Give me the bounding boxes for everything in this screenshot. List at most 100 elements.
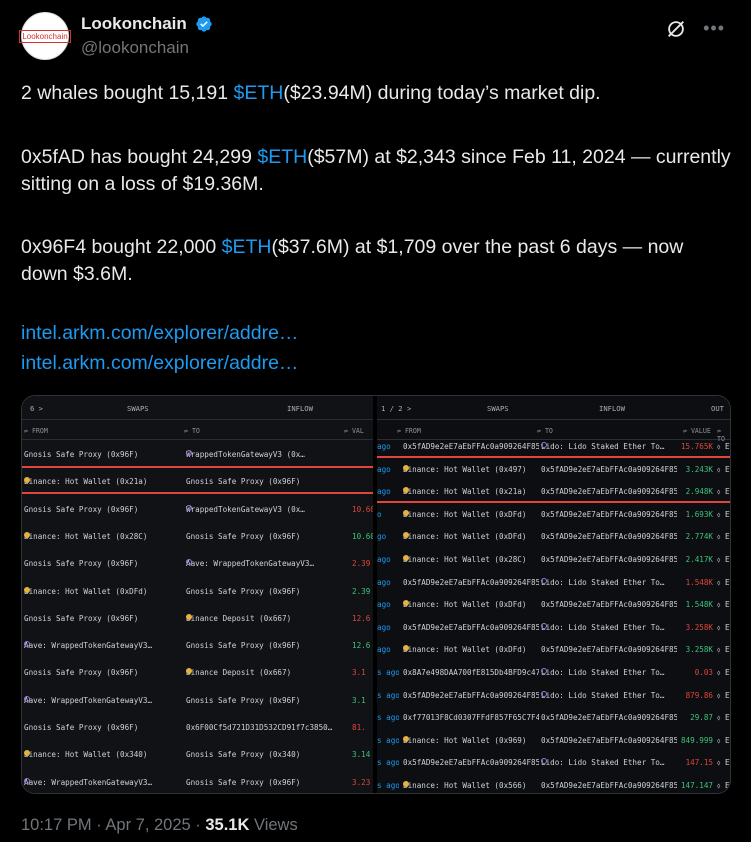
from-cell[interactable]: 0x5fAD9e2eE7aEbFFAc0a909264F85… (403, 442, 539, 451)
table-row[interactable]: Binance: Hot Wallet (0xDFd) Gnosis Safe P… (22, 586, 373, 599)
table-row[interactable]: Binance: Hot Wallet (0x21a) Gnosis Safe P… (22, 477, 373, 489)
table-row[interactable]: Gnosis Safe Proxy (0x96F) Binance Deposit… (22, 668, 373, 680)
from-cell[interactable]: Aave: WrappedTokenGatewayV3… (24, 777, 182, 787)
table-row[interactable]: Gnosis Safe Proxy (0x96F) WrappedTokenGat… (22, 504, 373, 517)
handle[interactable]: @lookonchain (81, 38, 213, 58)
from-cell[interactable]: Binance: Hot Wallet (0xDFd) (403, 600, 539, 609)
time-cell[interactable]: ago (377, 578, 399, 587)
cashtag-link[interactable]: $ETH (257, 146, 307, 168)
to-cell[interactable]: Binance Deposit (0x667) (186, 668, 338, 677)
to-cell[interactable]: Gnosis Safe Proxy (0x96F) (186, 641, 338, 650)
tab-outflow[interactable]: OUT (711, 404, 724, 413)
to-cell[interactable]: 0x5fAD9e2eE7aEbFFAc0a909264F85… (541, 645, 677, 654)
to-cell[interactable]: 0x5fAD9e2eE7aEbFFAc0a909264F85… (541, 713, 677, 722)
table-row[interactable]: Gnosis Safe Proxy (0x96F) Binance Deposit… (22, 613, 373, 626)
to-cell[interactable]: 0x6F00Cf5d721D31D532CD91f7c3850… (186, 723, 338, 732)
from-cell[interactable]: Binance: Hot Wallet (0x28C) (24, 531, 182, 541)
to-cell[interactable]: Gnosis Safe Proxy (0x96F) (186, 696, 338, 705)
from-cell[interactable]: Gnosis Safe Proxy (0x96F) (24, 450, 182, 459)
time-cell[interactable]: s ago (377, 668, 399, 677)
table-row[interactable]: go Binance: Hot Wallet (0xDFd) 0x5fAD9e2eE… (377, 532, 730, 544)
to-cell[interactable]: 0x5fAD9e2eE7aEbFFAc0a909264F85… (541, 532, 677, 541)
table-row[interactable]: Gnosis Safe Proxy (0x96F) 0x6F00Cf5d721D3… (22, 723, 373, 735)
cashtag-link[interactable]: $ETH (222, 236, 272, 258)
to-cell[interactable]: Lido: Lido Staked Ether To… (541, 758, 677, 767)
to-cell[interactable]: WrappedTokenGatewayV3 (0x… (186, 450, 338, 459)
table-row[interactable]: s ago 0x5fAD9e2eE7aEbFFAc0a909264F85… Lido… (377, 690, 730, 703)
from-cell[interactable]: Binance: Hot Wallet (0x28C) (403, 555, 539, 564)
from-cell[interactable]: Binance: Hot Wallet (0x21a) (403, 487, 539, 496)
from-cell[interactable]: 0x5fAD9e2eE7aEbFFAc0a909264F85… (403, 691, 539, 700)
to-cell[interactable]: Lido: Lido Staked Ether To… (541, 690, 677, 700)
table-row[interactable]: s ago Binance: Hot Wallet (0x566) 0x5fAD9e… (377, 781, 730, 793)
table-row[interactable]: Aave: WrappedTokenGatewayV3… Gnosis Safe … (22, 695, 373, 708)
table-row[interactable]: Aave: WrappedTokenGatewayV3… Gnosis Safe … (22, 777, 373, 790)
from-cell[interactable]: Gnosis Safe Proxy (0x96F) (24, 505, 182, 514)
display-name[interactable]: Lookonchain (81, 14, 187, 34)
table-row[interactable]: s ago Binance: Hot Wallet (0x969) 0x5fAD9e… (377, 735, 730, 748)
from-cell[interactable]: 0x8A7e498DAA700fE815Db4BFD9c47… (403, 668, 539, 677)
tab-swaps[interactable]: SWAPS (127, 404, 149, 413)
from-cell[interactable]: Gnosis Safe Proxy (0x96F) (24, 559, 182, 568)
to-cell[interactable]: Gnosis Safe Proxy (0x340) (186, 750, 338, 759)
to-cell[interactable]: Lido: Lido Staked Ether To… (541, 668, 677, 677)
from-cell[interactable]: 0xf77013F8Cd0307FFdF857F65C7F4… (403, 713, 539, 722)
time-cell[interactable]: go (377, 532, 399, 541)
time-cell[interactable]: ago (377, 487, 399, 496)
time-cell[interactable]: s ago (377, 736, 399, 745)
time-cell[interactable]: ago (377, 555, 399, 564)
cashtag-link[interactable]: $ETH (234, 82, 284, 104)
table-row[interactable]: ago 0x5fAD9e2eE7aEbFFAc0a909264F85… Lido: … (377, 622, 730, 635)
from-cell[interactable]: Gnosis Safe Proxy (0x96F) (24, 614, 182, 623)
time-cell[interactable]: ago (377, 600, 399, 609)
from-cell[interactable]: Binance: Hot Wallet (0x566) (403, 781, 539, 790)
arkham-link-2[interactable]: intel.arkm.com/explorer/addre… (21, 350, 298, 377)
table-row[interactable]: ago 0x5fAD9e2eE7aEbFFAc0a909264F85… Lido: … (377, 577, 730, 590)
to-cell[interactable]: 0x5fAD9e2eE7aEbFFAc0a909264F85… (541, 487, 677, 496)
table-row[interactable]: Gnosis Safe Proxy (0x96F) Aave: WrappedTo… (22, 559, 373, 571)
time-cell[interactable]: s ago (377, 781, 399, 790)
to-cell[interactable]: 0x5fAD9e2eE7aEbFFAc0a909264F85… (541, 510, 677, 519)
pagination-label[interactable]: 6 > (30, 404, 43, 413)
to-cell[interactable]: 0x5fAD9e2eE7aEbFFAc0a909264F85… (541, 600, 677, 609)
to-cell[interactable]: Aave: WrappedTokenGatewayV3… (186, 559, 338, 568)
table-row[interactable]: Gnosis Safe Proxy (0x96F) WrappedTokenGat… (22, 450, 373, 462)
time-cell[interactable]: ago (377, 442, 399, 451)
to-cell[interactable]: Lido: Lido Staked Ether To… (541, 442, 677, 451)
to-cell[interactable]: Binance Deposit (0x667) (186, 613, 338, 623)
from-cell[interactable]: Binance: Hot Wallet (0x21a) (24, 477, 182, 486)
from-cell[interactable]: Binance: Hot Wallet (0x340) (24, 750, 182, 759)
pagination-label[interactable]: 1 / 2 > (381, 404, 411, 413)
to-cell[interactable]: Gnosis Safe Proxy (0x96F) (186, 587, 338, 596)
table-row[interactable]: Binance: Hot Wallet (0x340) Gnosis Safe P… (22, 750, 373, 762)
time-cell[interactable]: s ago (377, 713, 399, 722)
from-cell[interactable]: 0x5fAD9e2eE7aEbFFAc0a909264F85… (403, 578, 539, 587)
avatar[interactable]: Lookonchain (19, 12, 71, 60)
tweet-date[interactable]: Apr 7, 2025 (105, 816, 190, 834)
arkham-link-1[interactable]: intel.arkm.com/explorer/addre… (21, 320, 298, 347)
tweet-time[interactable]: 10:17 PM (21, 816, 92, 834)
to-cell[interactable]: 0x5fAD9e2eE7aEbFFAc0a909264F85… (541, 465, 677, 474)
table-row[interactable]: s ago 0xf77013F8Cd0307FFdF857F65C7F4… 0x5f… (377, 713, 730, 725)
table-row[interactable]: ago Binance: Hot Wallet (0x21a) 0x5fAD9e2e… (377, 487, 730, 499)
time-cell[interactable]: ago (377, 465, 399, 474)
grok-icon[interactable] (665, 18, 687, 40)
from-cell[interactable]: Binance: Hot Wallet (0xDFd) (403, 645, 539, 654)
from-cell[interactable]: Aave: WrappedTokenGatewayV3… (24, 641, 182, 650)
from-cell[interactable]: Aave: WrappedTokenGatewayV3… (24, 695, 182, 705)
table-row[interactable]: s ago 0x5fAD9e2eE7aEbFFAc0a909264F85… Lido… (377, 758, 730, 770)
time-cell[interactable]: o (377, 510, 399, 519)
media-image[interactable]: 6 > SWAPS INFLOW ⇌ FROM ⇌ TO ⇌ VAL Gnosi… (21, 395, 731, 794)
table-row[interactable]: ago Binance: Hot Wallet (0xDFd) 0x5fAD9e2e… (377, 645, 730, 657)
to-cell[interactable]: Lido: Lido Staked Ether To… (541, 577, 677, 587)
tab-inflow[interactable]: INFLOW (599, 404, 625, 413)
from-cell[interactable]: 0x5fAD9e2eE7aEbFFAc0a909264F85… (403, 758, 539, 767)
table-row[interactable]: o Binance: Hot Wallet (0xDFd) 0x5fAD9e2eE7… (377, 509, 730, 522)
from-cell[interactable]: 0x5fAD9e2eE7aEbFFAc0a909264F85… (403, 623, 539, 632)
time-cell[interactable]: s ago (377, 691, 399, 700)
table-row[interactable]: ago Binance: Hot Wallet (0xDFd) 0x5fAD9e2e… (377, 600, 730, 612)
from-cell[interactable]: Binance: Hot Wallet (0xDFd) (24, 586, 182, 596)
from-cell[interactable]: Binance: Hot Wallet (0xDFd) (403, 509, 539, 519)
more-options-icon[interactable]: ••• (703, 18, 725, 39)
table-row[interactable]: Binance: Hot Wallet (0x28C) Gnosis Safe P… (22, 531, 373, 544)
